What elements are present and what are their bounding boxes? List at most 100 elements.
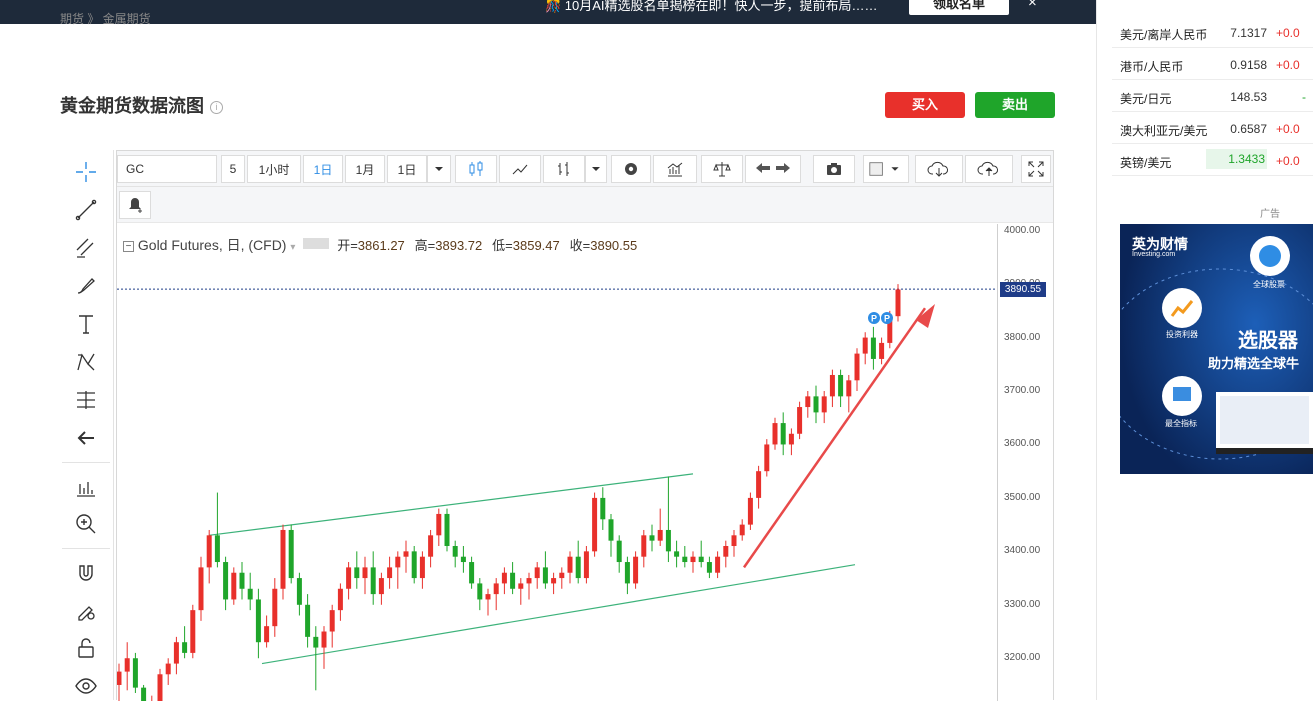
lock-drawing-icon[interactable] [72, 596, 100, 624]
candle-body [862, 337, 868, 354]
y-tick-label: 4000.00 [1004, 224, 1041, 236]
candle-body [641, 535, 647, 557]
chevron-down-icon[interactable] [427, 155, 451, 183]
candle-body [428, 535, 434, 557]
quote-change: +0.0 [1276, 26, 1300, 40]
pivot-badge-label: P [871, 314, 877, 324]
crosshair-icon[interactable] [72, 158, 100, 186]
candle-body [518, 583, 524, 589]
buy-button[interactable]: 买入 [885, 92, 965, 118]
candle-body [624, 562, 630, 584]
fib-tool-icon[interactable] [72, 234, 100, 262]
candle-body [403, 551, 409, 557]
magnet-icon[interactable] [72, 560, 100, 588]
price-axis[interactable]: 4000.003900.003800.003700.003600.003500.… [997, 224, 1053, 701]
interval-1m[interactable]: 1月 [345, 155, 385, 183]
candle-body [600, 497, 606, 520]
compare-scale-icon[interactable] [701, 155, 743, 183]
candle-body [649, 535, 655, 541]
chevron-down-icon[interactable] [585, 155, 607, 183]
zoom-in-icon[interactable] [72, 510, 100, 538]
undo-redo-icon[interactable] [745, 155, 801, 183]
last-price-label: 3890.55 [1000, 282, 1046, 298]
candle-body [272, 588, 278, 627]
ad-banner[interactable]: 英为财情 Investing.com 全球股票 投资利器 选股器 助力精选全球牛… [1120, 224, 1313, 474]
y-tick-label: 3600.00 [1004, 438, 1041, 450]
candle-body [780, 423, 786, 445]
candle-body [264, 626, 270, 643]
brush-icon[interactable] [72, 272, 100, 300]
camera-icon[interactable] [813, 155, 855, 183]
quote-row[interactable]: 美元/日元 148.53 - [1112, 80, 1313, 112]
quote-price: 0.6587 [1230, 122, 1267, 136]
text-icon[interactable] [72, 310, 100, 338]
candles-icon[interactable] [455, 155, 497, 183]
eye-icon[interactable] [72, 672, 100, 700]
candle-body [633, 556, 639, 584]
y-tick-label: 3500.00 [1004, 491, 1041, 503]
range-select[interactable]: 1日 [387, 155, 427, 183]
candle-body [370, 567, 376, 595]
candlestick-plot[interactable]: PP [117, 224, 997, 701]
candle-body [337, 588, 343, 611]
quotes-panel: 美元/离岸人民币 7.1317 +0.0 港币/人民币 0.9158 +0.0 美元/日… [1112, 0, 1313, 700]
unlock-icon[interactable] [72, 634, 100, 662]
cloud-download-icon[interactable] [915, 155, 963, 183]
candle-body [797, 407, 803, 434]
fullscreen-icon[interactable] [1021, 155, 1051, 183]
cloud-upload-icon[interactable] [965, 155, 1013, 183]
info-icon[interactable]: i [210, 101, 223, 114]
candle-body [182, 642, 188, 653]
candle-body [255, 599, 261, 643]
color-box-icon[interactable] [863, 155, 909, 183]
candle-body [378, 578, 384, 595]
trend-line-icon[interactable] [72, 196, 100, 224]
quote-row[interactable]: 美元/离岸人民币 7.1317 +0.0 [1112, 16, 1313, 48]
breadcrumb[interactable]: 期货 》 金属期货 [60, 10, 151, 27]
interval-input[interactable]: 5 [221, 155, 245, 183]
quote-row[interactable]: 澳大利亚元/美元 0.6587 +0.0 [1112, 112, 1313, 144]
quote-row[interactable]: 港币/人民币 0.9158 +0.0 [1112, 48, 1313, 80]
candle-body [124, 658, 130, 672]
candle-body [173, 642, 179, 664]
interval-1d[interactable]: 1日 [303, 155, 343, 183]
promo-banner-text: 🎊 10月AI精选股名单揭榜在即！快人一步，提前布局…… [545, 0, 878, 13]
candle-body [280, 529, 286, 589]
settings-gear-icon[interactable] [611, 155, 651, 183]
candle-body [510, 572, 516, 589]
candle-body [214, 535, 220, 563]
close-icon[interactable]: × [1028, 0, 1037, 11]
candle-body [805, 396, 811, 408]
candle-body [846, 380, 852, 397]
candle-body [879, 342, 885, 359]
indicators-icon[interactable] [653, 155, 697, 183]
candle-body [608, 519, 614, 541]
candle-body [395, 556, 401, 568]
measure-icon[interactable] [72, 386, 100, 414]
pattern-icon[interactable] [72, 348, 100, 376]
sell-button[interactable]: 卖出 [975, 92, 1055, 118]
quote-row[interactable]: 英镑/美元 1.3433 +0.0 [1112, 144, 1313, 176]
arrow-back-icon[interactable] [72, 424, 100, 452]
symbol-input[interactable]: GC [117, 155, 217, 183]
quote-name: 美元/离岸人民币 [1120, 28, 1208, 42]
candle-body [132, 658, 138, 688]
candle-body [657, 529, 663, 541]
line-chart-icon[interactable] [499, 155, 541, 183]
quote-name: 澳大利亚元/美元 [1120, 124, 1208, 138]
y-tick-label: 3200.00 [1004, 652, 1041, 664]
candle-body [526, 578, 532, 584]
interval-1h[interactable]: 1小时 [247, 155, 301, 183]
candle-body [501, 572, 507, 584]
candle-body [551, 578, 557, 584]
alert-bell-icon[interactable] [119, 191, 151, 219]
candle-body [296, 578, 302, 605]
chart-toolbar: GC 5 1小时 1日 1月 1日 [117, 151, 1053, 187]
bars-chart-icon[interactable] [543, 155, 585, 183]
candle-body [690, 556, 696, 563]
claim-list-button[interactable]: 领取名单 [909, 0, 1009, 15]
chart-ruler-icon[interactable] [72, 474, 100, 502]
candle-body [493, 583, 499, 595]
candle-body [247, 588, 253, 600]
candle-body [788, 433, 794, 445]
